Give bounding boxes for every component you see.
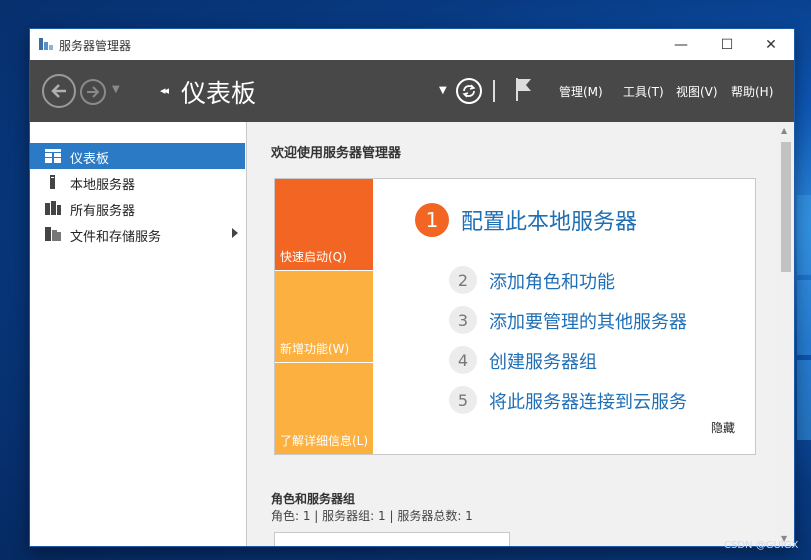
sidebar-item-label: 文件和存储服务 (70, 230, 162, 245)
scroll-thumb[interactable] (781, 142, 791, 272)
dashboard-icon (45, 149, 61, 163)
sidebar-item-file-storage[interactable]: 文件和存储服务 (30, 221, 245, 247)
tile-quick-start[interactable]: 快速启动(Q) (275, 179, 373, 270)
main-content: 欢迎使用服务器管理器 快速启动(Q) 新增功能(W) 了解详细信息(L) 1 配… (247, 122, 794, 546)
tile-learn-more[interactable]: 了解详细信息(L) (275, 363, 373, 454)
title-bar[interactable]: 服务器管理器 — ☐ ✕ (30, 29, 794, 60)
step-number-badge: 1 (415, 203, 449, 237)
dropdown-icon[interactable]: ▼ (439, 85, 447, 96)
menu-manage[interactable]: 管理(M) (559, 83, 603, 100)
sidebar-item-label: 本地服务器 (70, 178, 136, 193)
desktop-logo-pane (797, 195, 811, 275)
sidebar-item-label: 仪表板 (70, 152, 110, 167)
step-number-badge: 2 (449, 266, 477, 294)
notifications-flag-icon[interactable] (514, 76, 534, 102)
menu-help[interactable]: 帮助(H) (731, 83, 773, 100)
tile-label: 了解详细信息(L) (280, 434, 369, 448)
add-roles-features-link[interactable]: 添加角色和功能 (489, 268, 615, 294)
scroll-up-icon[interactable]: ▲ (781, 126, 787, 135)
sidebar-item-local-server[interactable]: 本地服务器 (30, 169, 245, 195)
add-servers-link[interactable]: 添加要管理的其他服务器 (489, 308, 687, 334)
step-number-badge: 5 (449, 386, 477, 414)
server-icon (50, 175, 55, 189)
refresh-button[interactable] (456, 78, 482, 104)
refresh-icon (462, 84, 476, 98)
roles-section-title: 角色和服务器组 (271, 492, 356, 506)
step-number-badge: 3 (449, 306, 477, 334)
sidebar: 仪表板 本地服务器 所有服务器 文件和存储服务 (30, 122, 247, 546)
welcome-title: 欢迎使用服务器管理器 (271, 146, 402, 161)
tile-label: 快速启动(Q) (280, 250, 347, 264)
server-manager-window: 服务器管理器 — ☐ ✕ ▼ ◂◂ 仪表板 ▼ 管理(M) 工具(T) 视图(V… (30, 29, 794, 546)
menu-view[interactable]: 视图(V) (676, 83, 718, 100)
configure-local-server-link[interactable]: 配置此本地服务器 (461, 204, 637, 236)
quick-start-card: 快速启动(Q) 新增功能(W) 了解详细信息(L) 1 配置此本地服务器 2 添… (274, 178, 756, 455)
history-dropdown-icon[interactable]: ▼ (112, 84, 120, 95)
close-button[interactable]: ✕ (748, 29, 794, 60)
minimize-button[interactable]: — (658, 29, 704, 60)
step-number-badge: 4 (449, 346, 477, 374)
arrow-right-icon (87, 86, 100, 98)
sidebar-item-dashboard[interactable]: 仪表板 (30, 143, 245, 169)
page-title: 仪表板 (181, 79, 257, 108)
back-button[interactable] (42, 74, 76, 108)
server-manager-icon (39, 38, 53, 50)
tile-whats-new[interactable]: 新增功能(W) (275, 271, 373, 362)
maximize-button[interactable]: ☐ (704, 29, 750, 60)
toolbar: ▼ ◂◂ 仪表板 ▼ 管理(M) 工具(T) 视图(V) 帮助(H) (30, 60, 794, 122)
breadcrumb-arrows[interactable]: ◂◂ (160, 84, 169, 97)
role-tile[interactable] (274, 532, 510, 546)
window-title: 服务器管理器 (59, 39, 132, 53)
tile-label: 新增功能(W) (280, 342, 350, 356)
desktop-logo-pane (797, 280, 811, 355)
menu-tools[interactable]: 工具(T) (623, 83, 664, 100)
create-server-group-link[interactable]: 创建服务器组 (489, 348, 597, 374)
watermark: CSDN @GUIGX (724, 540, 799, 551)
hide-link[interactable]: 隐藏 (711, 419, 735, 436)
servers-icon (45, 201, 61, 215)
sidebar-item-all-servers[interactable]: 所有服务器 (30, 195, 245, 221)
forward-button[interactable] (80, 79, 106, 105)
roles-summary: 角色: 1 | 服务器组: 1 | 服务器总数: 1 (271, 509, 473, 523)
vertical-scrollbar[interactable]: ▲ ▼ (777, 122, 794, 546)
storage-icon (45, 227, 61, 241)
sidebar-item-label: 所有服务器 (70, 204, 136, 219)
toolbar-separator (493, 80, 495, 102)
connect-cloud-link[interactable]: 将此服务器连接到云服务 (489, 388, 687, 414)
desktop-logo-pane (797, 360, 811, 440)
arrow-left-icon (51, 84, 66, 98)
submenu-arrow-icon[interactable] (232, 228, 238, 238)
